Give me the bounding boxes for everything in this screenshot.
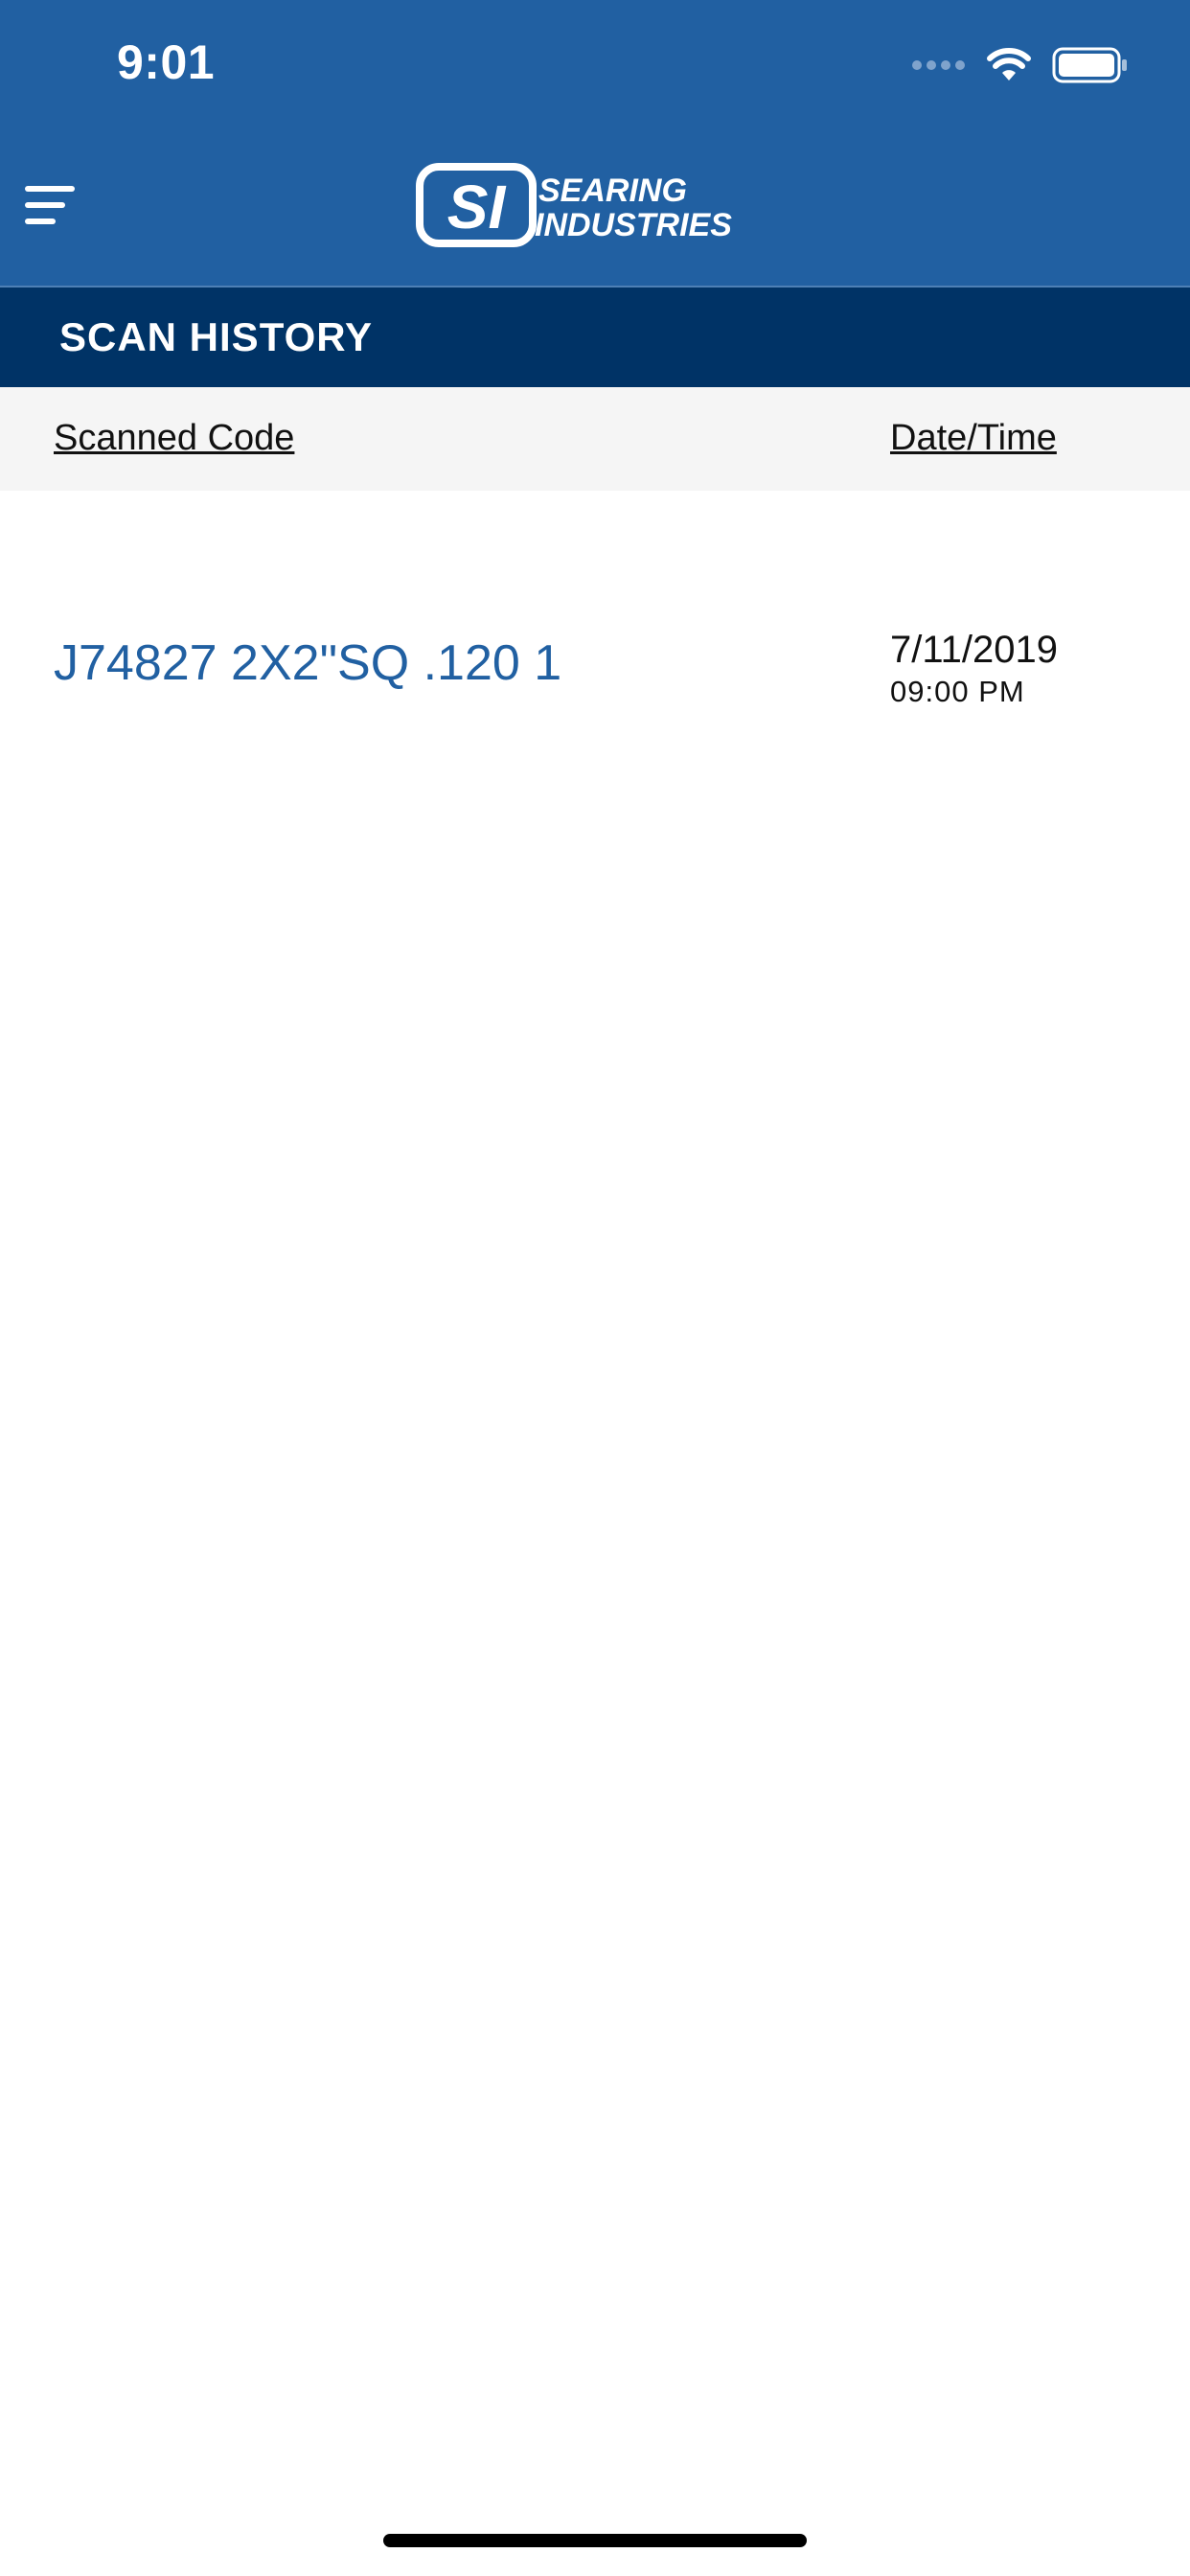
section-title-bar: SCAN HISTORY <box>0 288 1190 387</box>
menu-button[interactable] <box>25 182 77 230</box>
logo-line-2: INDUSTRIES <box>535 207 732 243</box>
status-time: 9:01 <box>117 35 216 89</box>
scanned-code[interactable]: J74827 2X2"SQ .120 1 <box>54 634 561 692</box>
logo-mark: SI <box>447 172 507 242</box>
table-row[interactable]: J74827 2X2"SQ .120 1 7/11/2019 09:00 PM <box>0 586 1190 749</box>
wifi-icon <box>987 48 1031 80</box>
column-header-date-time[interactable]: Date/Time <box>890 418 1057 459</box>
battery-icon <box>1052 47 1127 83</box>
status-icons <box>912 42 1129 88</box>
column-header: Scanned Code Date/Time <box>0 387 1190 491</box>
page-title: SCAN HISTORY <box>59 314 374 359</box>
app-header: 9:01 SI SEARING INDUSTRIES <box>0 0 1190 288</box>
scan-date: 7/11/2019 <box>890 629 1058 671</box>
scan-time: 09:00 PM <box>890 675 1025 708</box>
signal-icon <box>912 60 965 70</box>
column-header-scanned-code[interactable]: Scanned Code <box>54 418 294 459</box>
logo-line-1: SEARING <box>538 172 687 209</box>
home-indicator[interactable] <box>383 2534 807 2547</box>
searing-industries-logo: SI SEARING INDUSTRIES <box>416 163 732 247</box>
scan-history-screen: 9:01 SI SEARING INDUSTRIES SCAN HISTORY … <box>0 0 1190 2576</box>
menu-icon <box>25 186 75 224</box>
